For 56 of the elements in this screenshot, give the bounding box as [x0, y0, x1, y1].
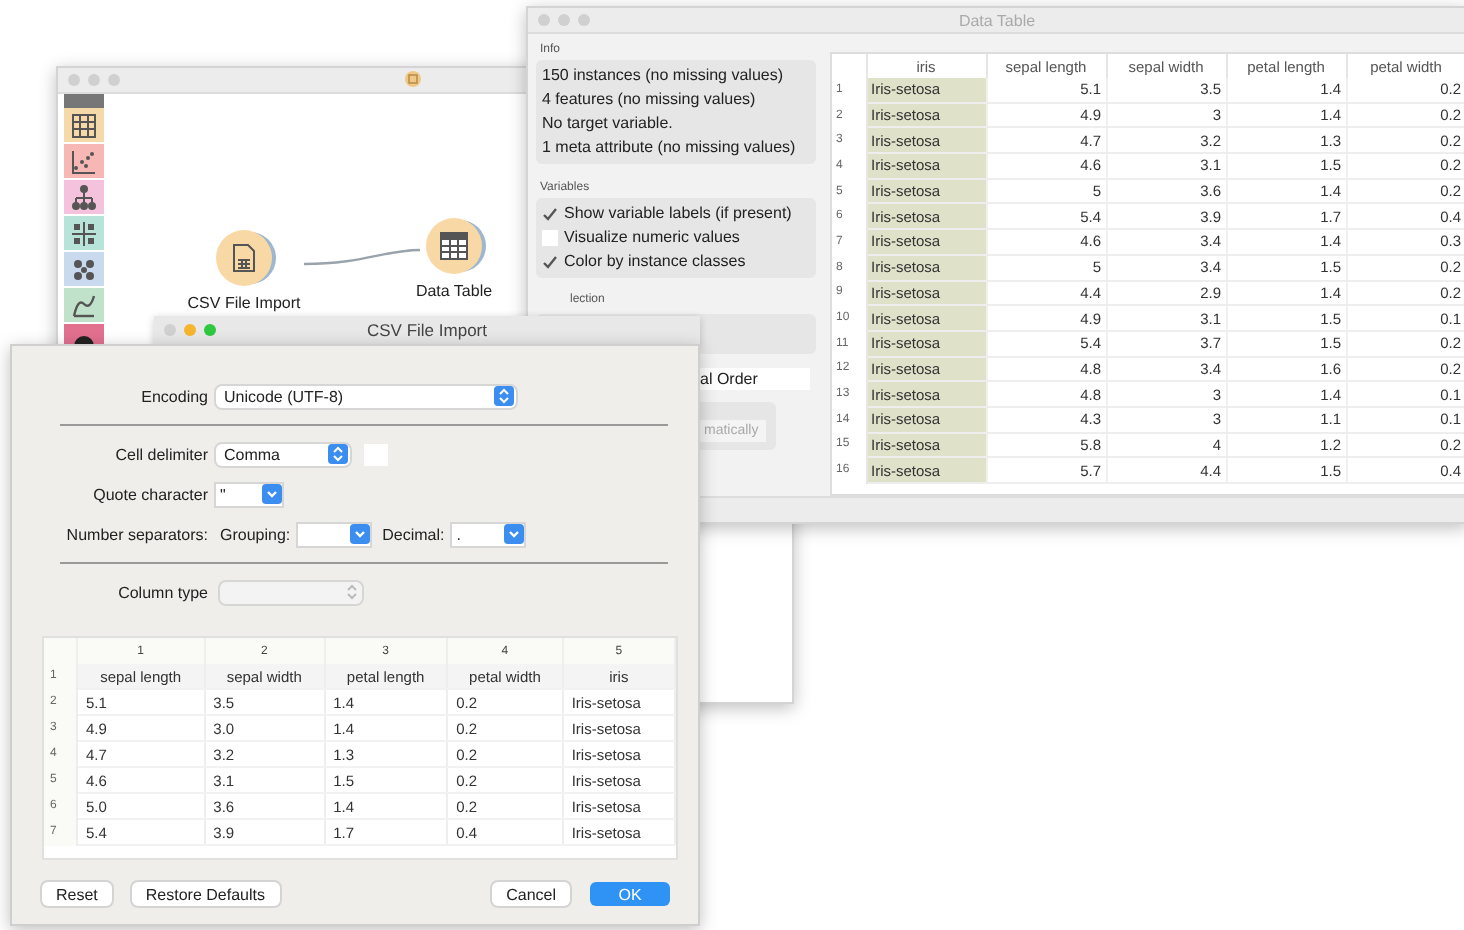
caret-icon: [504, 524, 525, 544]
connection-line: [303, 248, 421, 266]
scatter-plot-icon: [70, 147, 98, 175]
table-icon: [438, 230, 470, 262]
category-tab[interactable]: [64, 180, 104, 216]
category-tab[interactable]: [64, 252, 104, 288]
checkbox-label: Visualize numeric values: [564, 228, 740, 248]
checkbox[interactable]: [542, 206, 558, 222]
field-label: Grouping:: [220, 525, 291, 543]
checkbox-label: Color by instance classes: [564, 252, 746, 272]
dialog-button[interactable]: Reset: [42, 882, 112, 906]
table-icon: [70, 111, 98, 139]
encoding-dropdown[interactable]: Unicode (UTF-8): [216, 385, 516, 407]
zoom-button[interactable]: [204, 324, 216, 336]
decimal-combo-box[interactable]: .: [452, 523, 525, 545]
stepper-icon: [494, 386, 514, 406]
info-text: 1 meta attribute (no missing values): [542, 138, 798, 158]
field-label: Cell delimiter: [113, 445, 208, 463]
document-icon: [228, 242, 260, 274]
cluster-icon: [70, 255, 98, 283]
node-label: Data Table: [415, 282, 493, 300]
field-label: Quote character: [91, 485, 208, 503]
info-text: 150 instances (no missing values): [542, 66, 786, 86]
sort-order-field[interactable]: al Order: [696, 368, 810, 390]
category-tab[interactable]: [64, 216, 104, 252]
field-label: Number separators:: [64, 525, 208, 543]
checkbox-label: Show variable labels (if present): [564, 204, 792, 224]
quote-combo-box[interactable]: ": [216, 483, 282, 505]
field-label: Column type: [116, 583, 208, 601]
field-label: Encoding: [139, 387, 208, 405]
window-title: Data Table: [958, 11, 1036, 29]
category-tab[interactable]: [64, 288, 104, 324]
dialog-button[interactable]: Restore Defaults: [131, 882, 279, 906]
info-text: 4 features (no missing values): [542, 90, 758, 110]
category-tab[interactable]: [64, 108, 104, 144]
document-icon: [404, 70, 422, 88]
toolbox-header: [64, 94, 104, 108]
checkbox[interactable]: [542, 230, 558, 246]
dialog-button[interactable]: Cancel: [492, 882, 570, 906]
tree-icon: [70, 183, 98, 211]
field-label: Decimal:: [382, 525, 445, 543]
stepper-icon: [328, 444, 348, 464]
node-label: CSV File Import: [187, 294, 301, 312]
caret-icon: [350, 524, 371, 544]
grouping-combo-box[interactable]: [298, 523, 371, 545]
category-tab[interactable]: [64, 144, 104, 180]
caret-icon: [262, 484, 282, 504]
checkbox[interactable]: [542, 254, 558, 270]
grid-icon: [70, 219, 98, 247]
widget-node[interactable]: [426, 218, 482, 274]
curve-icon: [70, 291, 98, 319]
stepper-icon: [344, 582, 360, 602]
widget-node[interactable]: [216, 230, 272, 286]
info-text: No target variable.: [542, 114, 675, 134]
window-title: CSV File Import: [367, 320, 487, 340]
delimiter-dropdown[interactable]: Comma: [216, 443, 350, 465]
